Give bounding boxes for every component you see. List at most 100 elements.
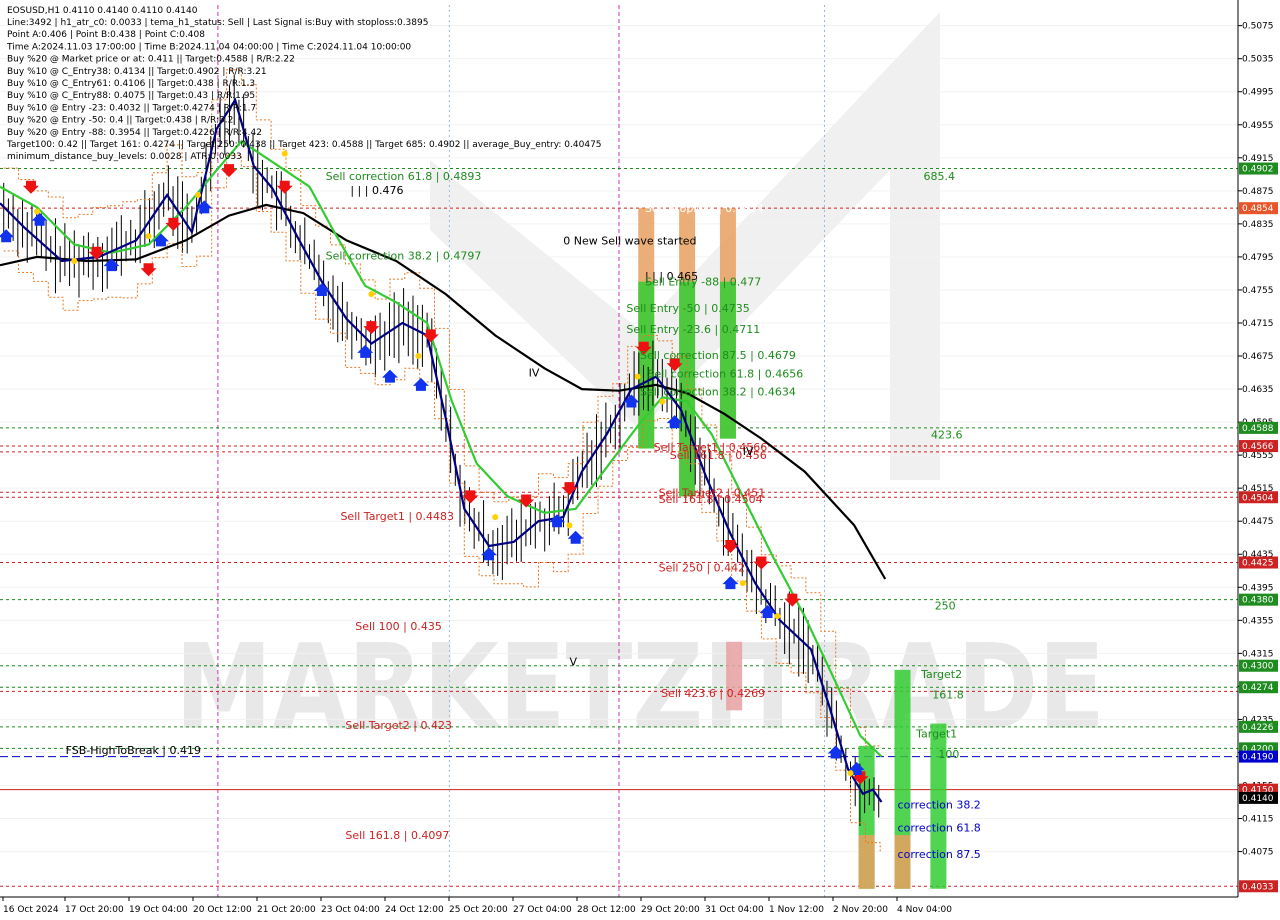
signal-dot-icon [566, 522, 573, 529]
chart-label: Sell 161.8 | 0.4097 [345, 829, 449, 842]
price-tick-label: 0.4395 [1242, 583, 1274, 593]
time-tick-label: 4 Nov 04:00 [897, 905, 952, 915]
chart-label: Sell correction 61.8 | 0.4893 [326, 170, 482, 183]
price-axis[interactable]: 0.5075 0.5035 0.4995 0.4955 0.4915 0.4875 0.48… [1237, 0, 1280, 920]
info-line: Target100: 0.42 || Target 161: 0.4274 ||… [6, 140, 602, 150]
price-tick-label: 0.4635 [1242, 385, 1274, 395]
chart-label: correction 61.8 [898, 822, 981, 835]
price-tag-label: 0.4033 [1242, 882, 1274, 892]
info-line: Buy %10 @ C_Entry38: 0.4134 || Target:0.… [7, 67, 267, 77]
price-tick-label: 0.4115 [1242, 815, 1274, 825]
time-tick-label: 29 Oct 20:00 [641, 905, 700, 915]
price-tag-label: 0.4300 [1242, 662, 1274, 672]
time-tick-label: 16 Oct 2024 [3, 905, 59, 915]
price-tick-label: 0.4555 [1242, 451, 1274, 461]
chart-label: Sell 100 | 0.435 [355, 620, 442, 633]
signal-dot-icon [634, 373, 641, 380]
time-tick-label: 20 Oct 12:00 [193, 905, 252, 915]
time-tick-label: 31 Oct 04:00 [705, 905, 764, 915]
chart-label: Sell Entry -88 | 0.477 [645, 276, 761, 289]
signal-dot-icon [739, 580, 746, 587]
chart-label: Sell correction 38.2 | 0.4634 [640, 386, 796, 399]
price-tag-label: 0.4902 [1242, 165, 1274, 175]
price-tag-label: 0.4504 [1242, 493, 1274, 503]
signal-dot-icon [34, 208, 41, 215]
chart-label: 0 New Sell wave started [563, 234, 696, 247]
chart-label: | | | 0.476 [350, 184, 403, 197]
info-line: Buy %20 @ Entry -88: 0.3954 || Target:0.… [7, 128, 262, 138]
chart-label: IV [743, 445, 754, 458]
chart-background [0, 0, 1280, 920]
time-tick-label: 28 Oct 12:00 [577, 905, 636, 915]
chart-label: 250 [935, 599, 956, 612]
price-tick-label: 0.5075 [1242, 22, 1274, 32]
chart-label: Sell correction 61.8 | 0.4656 [647, 367, 803, 380]
signal-dot-icon [659, 398, 666, 405]
price-tick-label: 0.4995 [1242, 88, 1274, 98]
price-tag-label: 0.4588 [1242, 424, 1274, 434]
chart-label: V [569, 656, 577, 669]
chart-label: Sell 250 | 0.442 [659, 561, 746, 574]
price-tick-label: 0.4835 [1242, 220, 1274, 230]
signal-dot-icon [195, 191, 202, 198]
price-tick-label: 0.4475 [1242, 517, 1274, 527]
chart-label: IV [529, 367, 540, 380]
price-tick-label: 0.4955 [1242, 121, 1274, 131]
chart-label: 423.6 [931, 428, 963, 441]
price-tag-label: 0.4425 [1242, 559, 1274, 569]
price-chart[interactable]: MARKETZITRADE Sell correction 61.8 | 0.4… [0, 0, 1280, 920]
signal-bar [858, 835, 875, 889]
chart-label: FSB-HighToBreak | 0.419 [66, 744, 201, 757]
signal-dot-icon [847, 770, 854, 777]
info-line: Buy %10 @ Entry -23: 0.4032 || Target:0.… [7, 103, 256, 113]
info-line: minimum_distance_buy_levels: 0.0028 | AT… [7, 152, 242, 162]
info-line: Buy %20 @ Market price or at: 0.411 || T… [7, 55, 295, 65]
price-tick-label: 0.4715 [1242, 319, 1274, 329]
price-tick-label: 0.4675 [1242, 352, 1274, 362]
info-line: Buy %10 @ C_Entry61: 0.4106 || Target:0.… [7, 79, 255, 89]
chart-label: Sell Entry -50 | 0.4735 [626, 302, 749, 315]
chart-label: correction 38.2 [898, 798, 981, 811]
chart-label: Sell correction 87.5 | 0.4679 [640, 349, 796, 362]
time-tick-label: 1 Nov 12:00 [769, 905, 824, 915]
price-tag-label: 0.4854 [1242, 204, 1274, 214]
signal-bar [726, 641, 743, 711]
time-tick-label: 23 Oct 04:00 [321, 905, 380, 915]
signal-dot-icon [281, 150, 288, 157]
price-tag-label: 0.4380 [1242, 596, 1274, 606]
time-tick-label: 25 Oct 20:00 [449, 905, 508, 915]
chart-label: Sell Target1 | 0.4483 [340, 510, 454, 523]
chart-label: Sell 423.6 | 0.4269 [661, 687, 765, 700]
signal-dot-icon [415, 353, 422, 360]
time-tick-label: 17 Oct 20:00 [65, 905, 124, 915]
info-line: Buy %20 @ Entry -50: 0.4 || Target:0.438… [7, 116, 233, 126]
signal-dot-icon [774, 613, 781, 620]
chart-label: Sell 161.8 | 0.4504 [659, 493, 763, 506]
chart-label: Target2 [920, 668, 962, 681]
signal-dot-icon [492, 514, 499, 521]
price-tag-label: 0.4190 [1242, 753, 1274, 763]
signal-bar [894, 835, 911, 889]
chart-label: Sell correction 38.2 | 0.4797 [326, 249, 482, 262]
price-tick-label: 0.4755 [1242, 286, 1274, 296]
time-tick-label: 27 Oct 04:00 [513, 905, 572, 915]
chart-label: Sell Stoploss | 0.4854 [645, 202, 764, 215]
chart-label: Sell Entry -23.6 | 0.4711 [626, 323, 760, 336]
price-tag-label: 0.4226 [1242, 723, 1274, 733]
price-tag-label: 0.4566 [1242, 442, 1274, 452]
price-tag-label: 0.4274 [1242, 683, 1274, 693]
time-tick-label: 21 Oct 20:00 [257, 905, 316, 915]
info-line: Buy %10 @ C_Entry88: 0.4075 || Target:0.… [7, 91, 255, 101]
info-line: Time A:2024.11.03 17:00:00 | Time B:2024… [6, 42, 411, 52]
chart-label: 161.8 [932, 689, 964, 702]
chart-label: 685.4 [924, 170, 956, 183]
time-tick-label: 2 Nov 20:00 [833, 905, 888, 915]
price-tick-label: 0.4875 [1242, 187, 1274, 197]
chart-label: correction 87.5 [898, 848, 981, 861]
chart-label: 100 [938, 748, 959, 761]
time-tick-label: 24 Oct 12:00 [385, 905, 444, 915]
time-tick-label: 19 Oct 04:00 [129, 905, 188, 915]
info-line: Point A:0.406 | Point B:0.438 | Point C:… [7, 30, 205, 40]
info-line: Line:3492 | h1_atr_c0: 0.0033 | tema_h1_… [7, 18, 428, 28]
price-tick-label: 0.4915 [1242, 154, 1274, 164]
